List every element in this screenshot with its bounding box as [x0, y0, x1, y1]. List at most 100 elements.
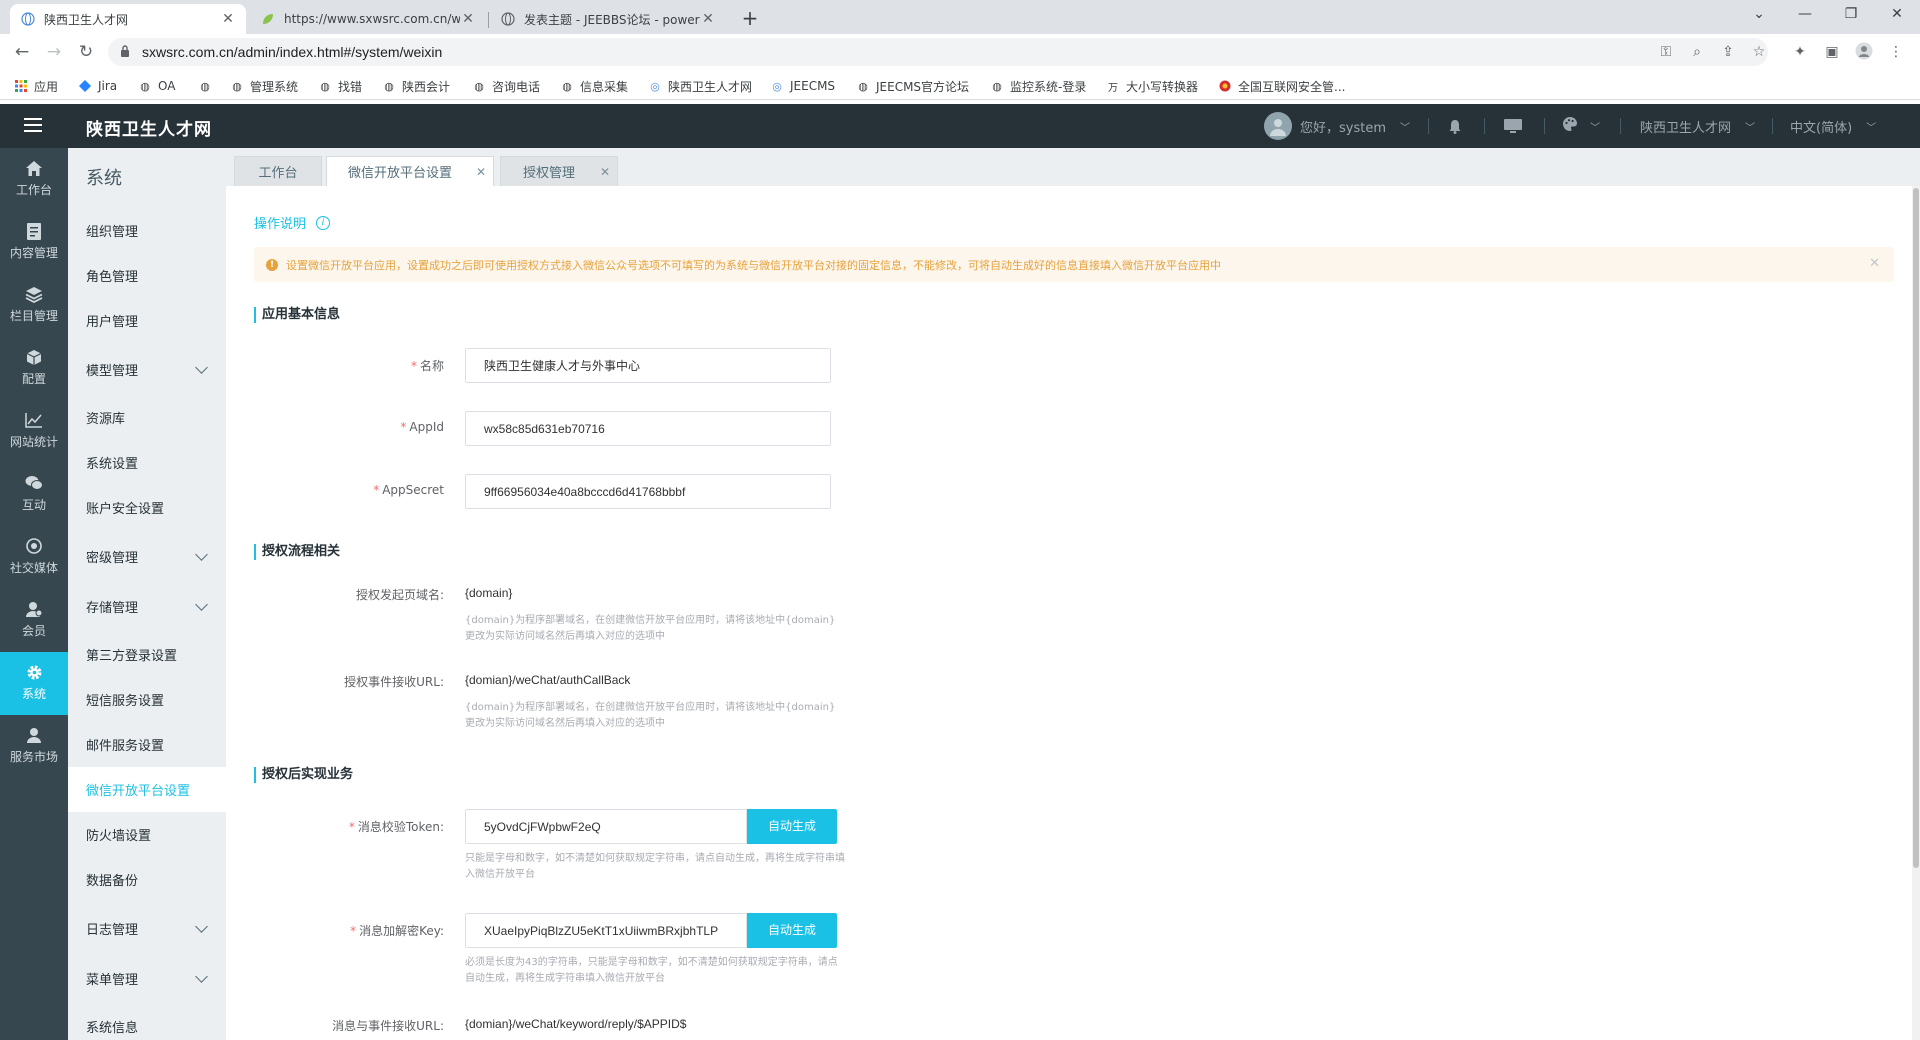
- minimize-icon[interactable]: —: [1782, 0, 1828, 30]
- more-menu-icon[interactable]: ⋮: [1886, 42, 1906, 62]
- appsecret-input[interactable]: 9ff66956034e40a8bcccd6d41768bbbf: [465, 474, 831, 509]
- rail-label: 社交媒体: [9, 561, 58, 575]
- chevron-down-icon: [195, 361, 208, 374]
- bookmark-apps[interactable]: 应用: [14, 76, 58, 96]
- profile-avatar-icon[interactable]: [1854, 42, 1874, 62]
- forward-arrow-icon[interactable]: →: [40, 38, 68, 66]
- bell-icon[interactable]: [1448, 104, 1462, 148]
- rail-item-social[interactable]: 社交媒体: [0, 526, 68, 589]
- close-tab-icon[interactable]: ✕: [460, 11, 476, 27]
- browser-tab-3[interactable]: 发表主题 - JEEBBS论坛 - power ✕: [490, 4, 726, 34]
- submenu-item-account-security[interactable]: 账户安全设置: [68, 485, 226, 530]
- submenu-item-menu[interactable]: 菜单管理: [68, 956, 226, 1001]
- submenu-item-model[interactable]: 模型管理: [68, 347, 226, 392]
- bookmark-unnamed[interactable]: ◍: [198, 76, 218, 96]
- bookmark-jeecms[interactable]: ◎ JEECMS: [770, 76, 835, 96]
- language-selector[interactable]: 中文(简体) ﹀: [1790, 104, 1876, 148]
- submenu-item-storage[interactable]: 存储管理: [68, 584, 226, 629]
- submenu-item-resource[interactable]: 资源库: [68, 395, 226, 440]
- submenu-item-firewall[interactable]: 防火墙设置: [68, 812, 226, 857]
- aes-key-input[interactable]: XUaeIpyPiqBlzZU5eKtT1xUiiwmBRxjbhTLP: [465, 913, 747, 948]
- submenu-item-role[interactable]: 角色管理: [68, 253, 226, 298]
- restore-icon[interactable]: ❐: [1828, 0, 1874, 30]
- bookmark-info-collect[interactable]: ◍ 信息采集: [560, 76, 628, 96]
- bookmark-jira[interactable]: Jira: [78, 76, 117, 96]
- page-tab-auth[interactable]: 授权管理 ✕: [500, 156, 618, 186]
- rail-item-system[interactable]: 系统: [0, 652, 68, 715]
- submenu-item-email[interactable]: 邮件服务设置: [68, 722, 226, 767]
- globe-icon: ◍: [232, 79, 242, 93]
- address-bar[interactable]: sxwsrc.com.cn/admin/index.html#/system/w…: [108, 38, 1768, 66]
- close-tab-icon[interactable]: ✕: [700, 11, 716, 27]
- monitor-icon[interactable]: [1504, 104, 1522, 148]
- scrollbar-thumb[interactable]: [1913, 188, 1919, 868]
- zoom-icon[interactable]: ⌕: [1687, 42, 1707, 62]
- bookmark-monitor[interactable]: ◍ 监控系统-登录: [990, 76, 1086, 96]
- rail-item-content[interactable]: 内容管理: [0, 211, 68, 274]
- bookmark-jeecms-forum[interactable]: ◍ JEECMS官方论坛: [856, 76, 969, 96]
- generate-aes-key-button[interactable]: 自动生成: [747, 913, 837, 948]
- submenu-item-classification[interactable]: 密级管理: [68, 534, 226, 579]
- submenu-item-log[interactable]: 日志管理: [68, 906, 226, 951]
- bookmark-oa[interactable]: ◍ OA: [138, 76, 175, 96]
- page-tab-workbench[interactable]: 工作台: [234, 156, 322, 186]
- operation-guide-link[interactable]: 操作说明 i: [254, 213, 331, 232]
- submenu-item-wechat-open[interactable]: 微信开放平台设置: [68, 767, 226, 812]
- close-icon[interactable]: ✕: [473, 165, 489, 179]
- header-divider: [1620, 118, 1621, 134]
- bookmark-site[interactable]: ◎ 陕西卫生人才网: [648, 76, 752, 96]
- close-tab-icon[interactable]: ✕: [220, 11, 236, 27]
- bookmark-admin[interactable]: ◍ 管理系统: [230, 76, 298, 96]
- rail-item-config[interactable]: 配置: [0, 337, 68, 400]
- submenu-item-sysinfo[interactable]: 系统信息: [68, 1004, 226, 1040]
- close-icon[interactable]: ✕: [597, 165, 613, 179]
- submenu-item-org[interactable]: 组织管理: [68, 208, 226, 253]
- bookmark-star-icon[interactable]: ☆: [1749, 42, 1769, 62]
- submenu-item-sms[interactable]: 短信服务设置: [68, 677, 226, 722]
- auth-domain-value: {domain}: [465, 586, 513, 600]
- content-scrollbar[interactable]: [1912, 186, 1920, 1040]
- submenu-item-third-party-login[interactable]: 第三方登录设置: [68, 632, 226, 677]
- browser-tab-2[interactable]: https://www.sxwsrc.com.cn/we ✕: [250, 4, 486, 34]
- globe-icon: ◍: [992, 79, 1002, 93]
- chevron-down-icon: ﹀: [1590, 122, 1600, 134]
- site-selector[interactable]: 陕西卫生人才网 ﹀: [1640, 104, 1755, 148]
- hamburger-menu-icon[interactable]: [24, 118, 42, 132]
- share-icon[interactable]: ⇪: [1718, 42, 1738, 62]
- submenu-item-backup[interactable]: 数据备份: [68, 857, 226, 902]
- extensions-puzzle-icon[interactable]: ✦: [1790, 42, 1810, 62]
- new-tab-button[interactable]: +: [738, 6, 762, 30]
- side-panel-icon[interactable]: ▣: [1822, 42, 1842, 62]
- bookmark-phone[interactable]: ◍ 咨询电话: [472, 76, 540, 96]
- page-tab-wechat-open[interactable]: 微信开放平台设置 ✕: [326, 156, 494, 186]
- close-icon[interactable]: ✕: [1869, 256, 1880, 271]
- bookmark-security[interactable]: 全国互联网安全管...: [1218, 76, 1345, 96]
- chevron-down-icon: ﹀: [1400, 122, 1410, 134]
- submenu-item-user[interactable]: 用户管理: [68, 298, 226, 343]
- name-input[interactable]: 陕西卫生健康人才与外事中心: [465, 348, 831, 383]
- theme-palette-menu[interactable]: ﹀: [1562, 104, 1600, 148]
- rail-item-member[interactable]: 会员: [0, 589, 68, 652]
- close-window-icon[interactable]: ✕: [1874, 0, 1920, 30]
- token-input[interactable]: 5yOvdCjFWpbwF2eQ: [465, 809, 747, 844]
- tab-search-icon[interactable]: ⌄: [1736, 0, 1782, 30]
- home-icon: [0, 160, 68, 180]
- bookmark-label: 陕西会计: [402, 79, 451, 94]
- rail-item-channel[interactable]: 栏目管理: [0, 274, 68, 337]
- rail-item-statistics[interactable]: 网站统计: [0, 400, 68, 463]
- generate-token-button[interactable]: 自动生成: [747, 809, 837, 844]
- browser-tab-1[interactable]: 陕西卫生人才网 ✕: [10, 4, 246, 34]
- rail-item-workbench[interactable]: 工作台: [0, 148, 68, 211]
- bookmark-case-converter[interactable]: 万 大小写转换器: [1106, 76, 1198, 96]
- bookmark-accounting[interactable]: ◍ 陕西会计: [382, 76, 450, 96]
- rail-item-market[interactable]: 服务市场: [0, 715, 68, 778]
- user-menu[interactable]: 您好，system ﹀: [1264, 104, 1410, 148]
- rail-item-interaction[interactable]: 互动: [0, 463, 68, 526]
- wan-icon: 万: [1108, 82, 1118, 94]
- appid-input[interactable]: wx58c85d631eb70716: [465, 411, 831, 446]
- submenu-item-settings[interactable]: 系统设置: [68, 440, 226, 485]
- reload-icon[interactable]: ↻: [72, 38, 100, 66]
- key-icon[interactable]: ⚿: [1656, 42, 1676, 62]
- back-arrow-icon[interactable]: ←: [8, 38, 36, 66]
- bookmark-find-error[interactable]: ◍ 找错: [318, 76, 362, 96]
